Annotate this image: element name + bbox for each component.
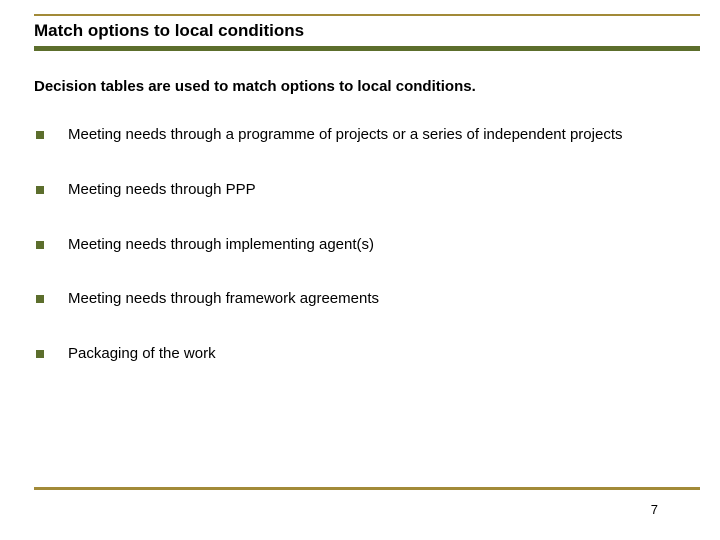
list-item: Meeting needs through framework agreemen… <box>36 290 700 309</box>
page-number: 7 <box>651 502 658 517</box>
list-item: Meeting needs through implementing agent… <box>36 236 700 255</box>
title-block: Match options to local conditions <box>34 14 700 51</box>
list-item-text: Meeting needs through implementing agent… <box>68 236 374 255</box>
list-item: Meeting needs through a programme of pro… <box>36 126 700 145</box>
list-item-text: Packaging of the work <box>68 345 216 364</box>
square-bullet-icon <box>36 186 44 194</box>
list-item-text: Meeting needs through framework agreemen… <box>68 290 379 309</box>
square-bullet-icon <box>36 350 44 358</box>
list-item-text: Meeting needs through a programme of pro… <box>68 126 623 145</box>
slide-title: Match options to local conditions <box>34 21 700 41</box>
slide: Match options to local conditions Decisi… <box>0 0 720 540</box>
square-bullet-icon <box>36 241 44 249</box>
slide-subtitle: Decision tables are used to match option… <box>34 78 476 95</box>
footer-rule <box>34 487 700 490</box>
bullet-list: Meeting needs through a programme of pro… <box>36 126 700 364</box>
square-bullet-icon <box>36 131 44 139</box>
list-item-text: Meeting needs through PPP <box>68 181 256 200</box>
list-item: Meeting needs through PPP <box>36 181 700 200</box>
square-bullet-icon <box>36 295 44 303</box>
list-item: Packaging of the work <box>36 345 700 364</box>
